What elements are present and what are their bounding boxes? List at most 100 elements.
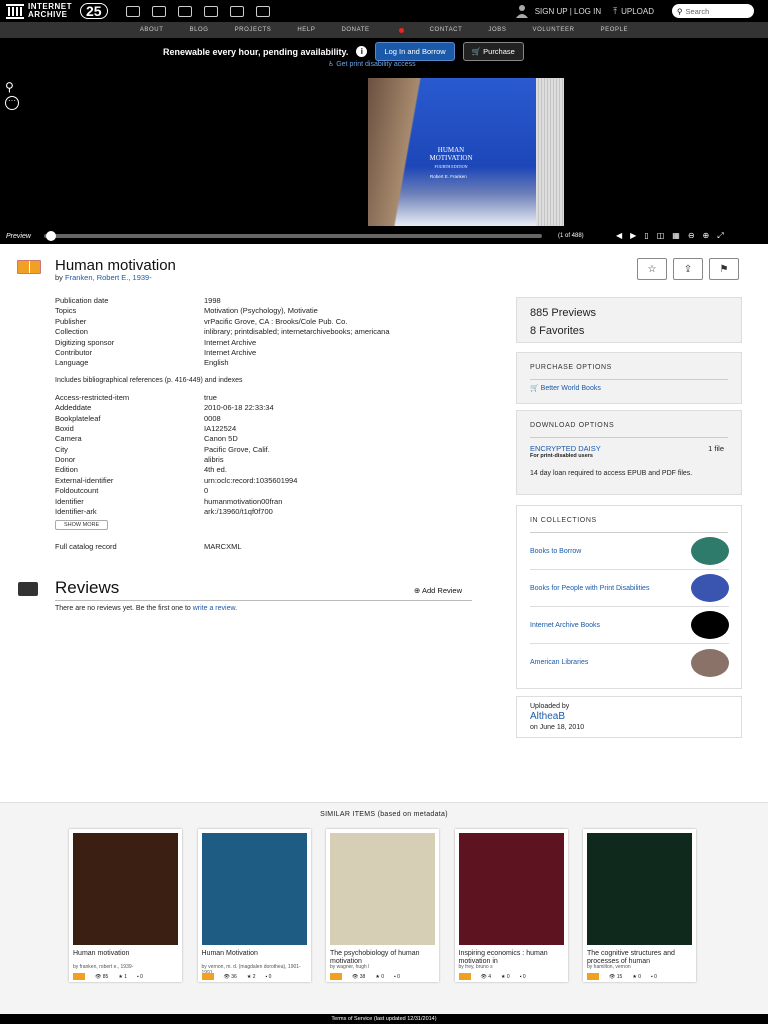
collection-name[interactable]: Books to Borrow: [530, 548, 650, 555]
similar-item-cover[interactable]: [330, 833, 435, 945]
metadata-value[interactable]: English: [204, 358, 229, 368]
encrypted-daisy-link[interactable]: ENCRYPTED DAISY: [530, 444, 601, 453]
top-right: SIGN UP | LOG IN ⤒ UPLOAD ⚲ Search: [515, 4, 768, 18]
footer[interactable]: Terms of Service (last updated 12/31/201…: [0, 1014, 768, 1024]
software-icon[interactable]: [229, 5, 244, 17]
similar-item-cover[interactable]: [458, 833, 564, 945]
page-slider[interactable]: [44, 231, 542, 241]
collection-item[interactable]: Books to Borrow: [530, 533, 729, 570]
collection-name[interactable]: American Libraries: [530, 659, 650, 666]
nav-people[interactable]: PEOPLE: [601, 27, 629, 33]
user-icon[interactable]: [515, 4, 529, 18]
images-icon[interactable]: [255, 5, 270, 17]
nav-about[interactable]: ABOUT: [140, 27, 164, 33]
page-title: Human motivation: [55, 257, 176, 274]
metadata-value[interactable]: 1998: [204, 296, 221, 306]
similar-item-cover[interactable]: [587, 833, 692, 945]
metadata-value[interactable]: inlibrary; printdisabled; internetarchiv…: [204, 327, 390, 337]
video-icon[interactable]: [177, 5, 192, 17]
collection-icon[interactable]: [691, 648, 729, 677]
cart-icon: 🛒: [471, 47, 484, 56]
texts-icon: [73, 973, 85, 980]
similar-item-card[interactable]: Human Motivation by vernon, m. d. (magdal…: [197, 829, 311, 982]
internet-archive-logo[interactable]: INTERNET ARCHIVE 25: [5, 3, 108, 19]
similar-item-cover[interactable]: [73, 833, 178, 945]
zoom-in-icon[interactable]: ⊕: [703, 231, 710, 241]
write-review-link[interactable]: write a review: [193, 605, 235, 612]
zoom-out-icon[interactable]: ⊖: [688, 231, 695, 241]
metadata-key: Contributor: [55, 347, 93, 357]
collection-item[interactable]: Internet Archive Books: [530, 607, 729, 644]
slider-handle[interactable]: [46, 231, 56, 241]
web-icon[interactable]: [125, 5, 140, 17]
similar-item-card[interactable]: The psychobiology of human motivation by …: [326, 829, 439, 982]
reviews-icon: ▪ 0: [136, 973, 143, 980]
next-page-icon[interactable]: ▶: [630, 231, 636, 241]
search-inside-icon[interactable]: ⚲: [5, 80, 14, 94]
thumbnail-view-icon[interactable]: ▦: [672, 231, 680, 241]
similar-item-card[interactable]: The cognitive structures and processes o…: [583, 829, 696, 982]
metadata-value[interactable]: Motivation (Psychology), Motivatie: [204, 306, 318, 316]
upload-icon[interactable]: ⤒: [613, 6, 617, 17]
borrow-banner: Renewable every hour, pending availabili…: [0, 38, 768, 74]
similar-item-title[interactable]: Human motivation: [73, 950, 179, 958]
favorites-icon: ★ 0: [632, 973, 641, 980]
uploader-link[interactable]: AltheaB: [530, 711, 728, 723]
nav-contact[interactable]: CONTACT: [430, 27, 463, 33]
upload-link[interactable]: UPLOAD: [621, 7, 654, 16]
similar-item-cover[interactable]: [201, 833, 307, 945]
metadata-value: Canon 5D: [204, 434, 238, 444]
metadata-row: Bookplateleaf 0008: [55, 414, 505, 424]
nav-blog[interactable]: BLOG: [189, 27, 208, 33]
print-disability-link[interactable]: ♿ Get print disability access: [328, 60, 416, 68]
author-link[interactable]: Franken, Robert E., 1939-: [65, 273, 152, 282]
collection-item[interactable]: Books for People with Print Disabilities: [530, 570, 729, 607]
metadata-value[interactable]: Internet Archive: [204, 348, 256, 358]
metadata-value[interactable]: urn:oclc:record:1035601994: [204, 476, 297, 486]
metadata-key: Addeddate: [55, 403, 92, 413]
texts-icon: [330, 973, 342, 980]
better-world-books-link[interactable]: 🛒 Better World Books: [530, 384, 741, 392]
fullscreen-icon[interactable]: ⤢: [717, 231, 723, 241]
prev-page-icon[interactable]: ◀: [616, 231, 622, 241]
nav-jobs[interactable]: JOBS: [488, 27, 506, 33]
collection-item[interactable]: American Libraries: [530, 644, 729, 681]
nav-help[interactable]: HELP: [297, 27, 315, 33]
similar-item-card[interactable]: Inspiring economics : human motivation i…: [454, 829, 568, 982]
favorite-button[interactable]: ☆: [637, 258, 667, 280]
signup-login-link[interactable]: SIGN UP | LOG IN: [535, 7, 601, 16]
metadata-value[interactable]: Internet Archive: [204, 338, 256, 348]
favorites-icon: ★ 0: [375, 973, 384, 980]
show-more-button[interactable]: SHOW MORE: [55, 520, 109, 531]
search-input[interactable]: ⚲ Search: [672, 4, 754, 18]
metadata-value: 2010-06-18 22:33:34: [204, 403, 274, 413]
metadata-value[interactable]: alibris: [204, 455, 224, 465]
purchase-button[interactable]: 🛒 Purchase: [462, 42, 524, 61]
share-button[interactable]: ⇪: [673, 258, 703, 280]
login-borrow-button[interactable]: Log In and Borrow: [375, 42, 455, 61]
similar-item-title[interactable]: Human Motivation: [202, 950, 308, 958]
audio-icon[interactable]: [203, 5, 218, 17]
similar-item-card[interactable]: Human motivation by franken, robert e., 1…: [69, 829, 182, 982]
collection-icon[interactable]: [691, 574, 729, 602]
collection-name[interactable]: Internet Archive Books: [530, 622, 650, 629]
collection-icon[interactable]: [691, 537, 729, 565]
reviews-title: Reviews: [55, 578, 120, 597]
marcxml-link[interactable]: MARCXML: [204, 542, 242, 552]
add-review-button[interactable]: ⊕ Add Review: [414, 586, 462, 595]
nav-volunteer[interactable]: VOLUNTEER: [532, 27, 574, 33]
collection-icon[interactable]: [691, 611, 729, 639]
more-options-icon[interactable]: ···: [5, 96, 19, 110]
metadata-value: IA122524: [204, 423, 237, 433]
search-icon: ⚲: [677, 6, 683, 16]
info-icon[interactable]: i: [356, 46, 368, 57]
collection-name[interactable]: Books for People with Print Disabilities: [530, 585, 650, 592]
two-page-view-icon[interactable]: ◫: [657, 231, 665, 241]
nav-projects[interactable]: PROJECTS: [235, 27, 272, 33]
uploaded-by-box: Uploaded by AltheaB on June 18, 2010: [516, 696, 742, 738]
one-page-view-icon[interactable]: ▯: [644, 231, 648, 241]
book-cover[interactable]: HUMAN MOTIVATION FOURTH EDITION Robert E.…: [368, 78, 536, 226]
nav-donate[interactable]: DONATE: [341, 27, 369, 33]
flag-button[interactable]: ⚑: [709, 258, 739, 280]
texts-icon[interactable]: [151, 5, 166, 17]
